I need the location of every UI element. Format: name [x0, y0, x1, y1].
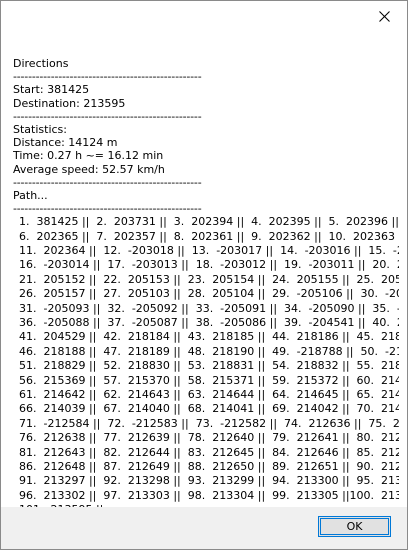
path-heading: Path...	[13, 188, 48, 202]
average-speed-line: Average speed: 52.57 km/h	[13, 162, 165, 176]
directions-text: Directions -----------------------------…	[13, 57, 399, 517]
separator-line: ----------------------------------------…	[13, 70, 202, 84]
ok-button[interactable]: OK	[318, 516, 391, 537]
title-bar	[1, 1, 407, 31]
path-row: 41. 204529 || 42. 218184 || 43. 218185 |…	[19, 330, 399, 344]
path-row: 1. 381425 || 2. 203731 || 3. 202394 || 4…	[19, 215, 399, 229]
path-row: 36. -205088 || 37. -205087 || 38. -20508…	[19, 315, 399, 329]
separator-line: ----------------------------------------…	[13, 175, 202, 189]
path-row: 6. 202365 || 7. 202357 || 8. 202361 || 9…	[19, 229, 399, 243]
path-row: 16. -203014 || 17. -203013 || 18. -20301…	[19, 258, 399, 272]
path-row: 56. 215369 || 57. 215370 || 58. 215371 |…	[19, 373, 399, 387]
path-row: 21. 205152 || 22. 205153 || 23. 205154 |…	[19, 272, 399, 286]
path-row: 26. 205157 || 27. 205103 || 28. 205104 |…	[19, 287, 399, 301]
distance-line: Distance: 14124 m	[13, 136, 118, 150]
close-button[interactable]	[361, 1, 407, 31]
path-row: 31. -205093 || 32. -205092 || 33. -20509…	[19, 301, 399, 315]
separator-line: ----------------------------------------…	[13, 109, 202, 123]
directions-heading: Directions	[13, 57, 69, 70]
path-row: 61. 214642 || 62. 214643 || 63. 214644 |…	[19, 387, 399, 401]
directions-dialog: Directions -----------------------------…	[0, 0, 408, 550]
path-row: 71. -212584 || 72. -212583 || 73. -21258…	[19, 416, 399, 430]
path-row: 76. 212638 || 77. 212639 || 78. 212640 |…	[19, 431, 399, 445]
button-bar: OK	[1, 507, 407, 549]
path-row: 51. 218829 || 52. 218830 || 53. 218831 |…	[19, 359, 399, 373]
path-list: 1. 381425 || 2. 203731 || 3. 202394 || 4…	[13, 215, 399, 517]
separator-line: ----------------------------------------…	[13, 202, 202, 216]
path-row: 46. 218188 || 47. 218189 || 48. 218190 |…	[19, 344, 399, 358]
path-row: 86. 212648 || 87. 212649 || 88. 212650 |…	[19, 459, 399, 473]
path-row: 81. 212643 || 82. 212644 || 83. 212645 |…	[19, 445, 399, 459]
path-row: 96. 213302 || 97. 213303 || 98. 213304 |…	[19, 488, 399, 502]
statistics-heading: Statistics:	[13, 122, 67, 136]
time-line: Time: 0.27 h ~= 16.12 min	[13, 149, 164, 163]
close-icon	[378, 10, 390, 22]
path-row: 11. 202364 || 12. -203018 || 13. -203017…	[19, 244, 399, 258]
path-row: 91. 213297 || 92. 213298 || 93. 213299 |…	[19, 474, 399, 488]
start-line: Start: 381425	[13, 83, 90, 97]
path-row: 66. 214039 || 67. 214040 || 68. 214041 |…	[19, 402, 399, 416]
destination-line: Destination: 213595	[13, 96, 126, 110]
